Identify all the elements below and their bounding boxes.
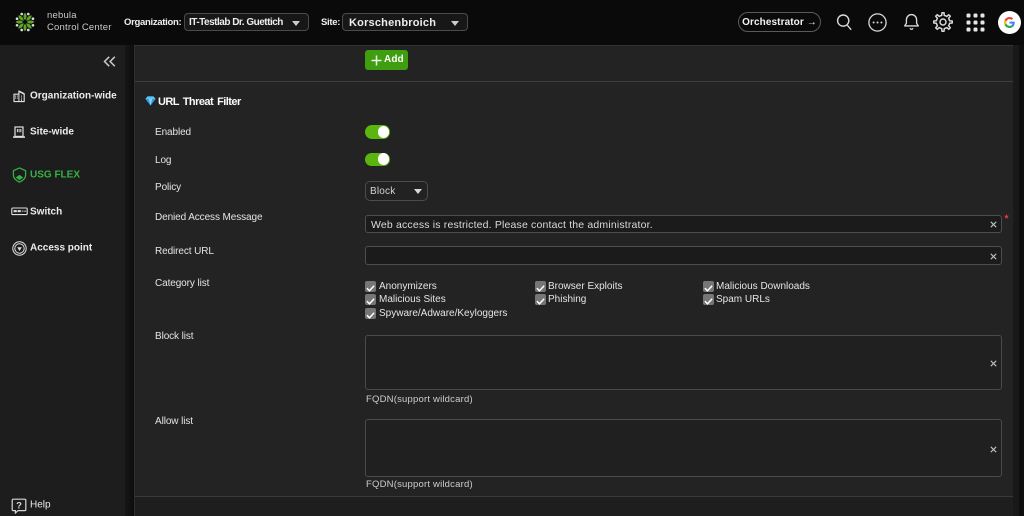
svg-text:?: ? [16,500,22,511]
